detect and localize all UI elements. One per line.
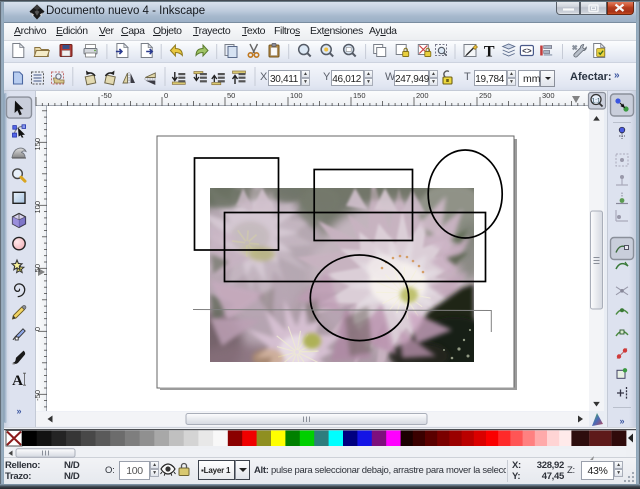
svg-text:1:1: 1:1: [591, 97, 600, 104]
svg-text:250: 250: [479, 91, 492, 100]
svg-text:200: 200: [416, 91, 429, 100]
svg-text:100: 100: [290, 91, 303, 100]
svg-text:T: T: [484, 44, 495, 61]
svg-text:300: 300: [542, 91, 555, 100]
svg-text:0: 0: [33, 327, 42, 331]
svg-text:<>: <>: [522, 48, 532, 57]
svg-text:A: A: [12, 373, 23, 389]
svg-text:150: 150: [353, 91, 366, 100]
svg-text:100: 100: [33, 201, 42, 214]
svg-text:-50: -50: [101, 91, 112, 100]
svg-text:150: 150: [33, 138, 42, 151]
svg-text:»: »: [619, 416, 624, 426]
svg-text:-50: -50: [33, 390, 42, 401]
svg-text:50: 50: [227, 91, 235, 100]
svg-text:»: »: [16, 406, 21, 416]
svg-text:0: 0: [164, 91, 168, 100]
